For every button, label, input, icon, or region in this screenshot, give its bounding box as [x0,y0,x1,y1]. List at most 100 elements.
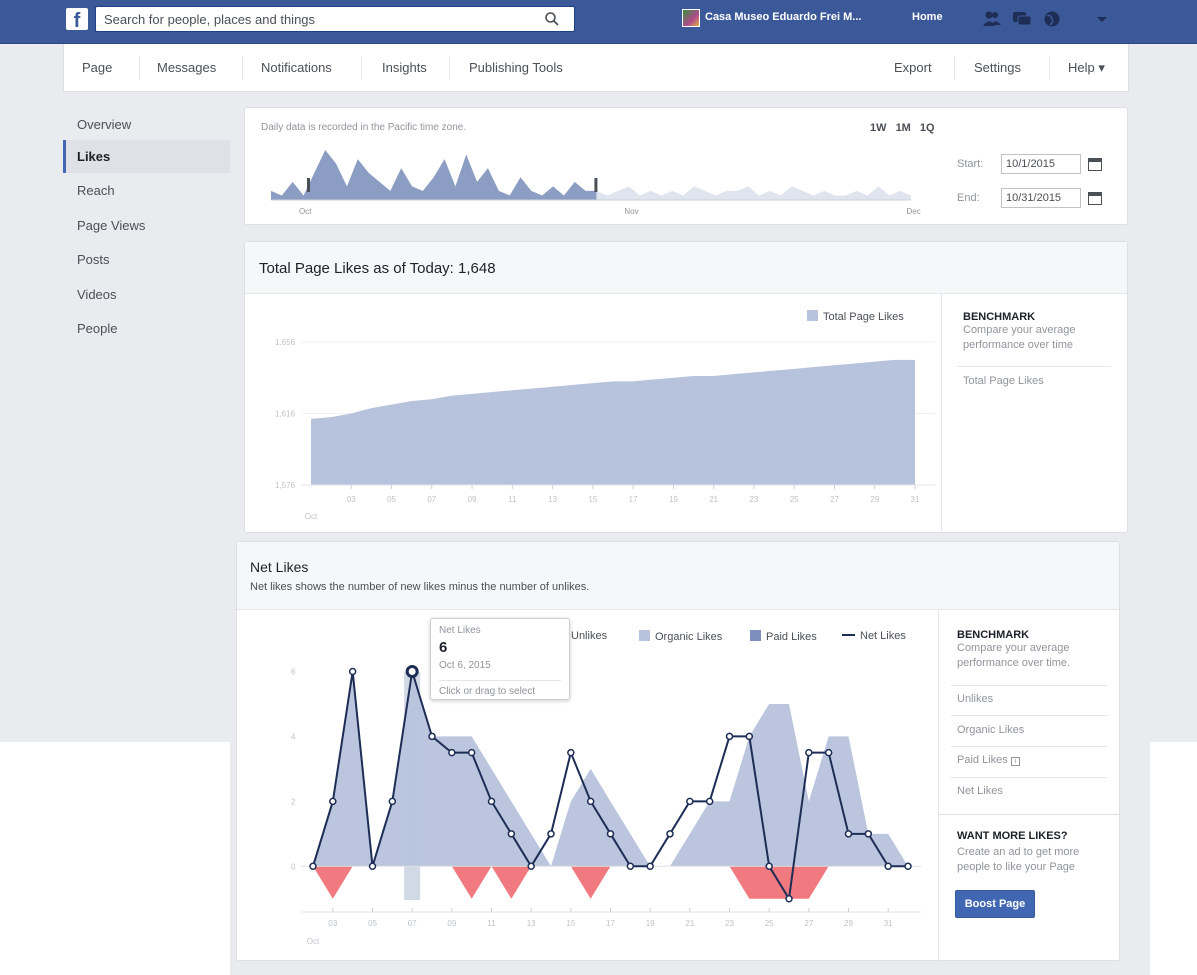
nav-help[interactable]: Help ▾ [1068,44,1105,92]
benchmark-item-total-page-likes[interactable]: Total Page Likes [963,375,1044,387]
total-x-tick-label: 03 [347,495,356,504]
benchmark-item-divider [951,746,1107,747]
range-1w-button[interactable]: 1W [870,122,887,134]
total-x-tick-label: 11 [508,495,517,504]
legend-swatch-total [807,310,818,321]
net-likes-point [507,830,516,838]
net-likes-point-selected [405,664,419,678]
net-likes-point [467,748,476,757]
benchmark-item-unlikes[interactable]: Unlikes [957,693,993,705]
net-x-tick-label: 27 [804,919,813,928]
net-benchmark-sub: Compare your average performance over ti… [957,642,1071,669]
search-input[interactable] [96,7,536,31]
sidebar-item-overview[interactable]: Overview [63,108,230,141]
benchmark-divider [941,294,942,533]
start-calendar-icon[interactable] [1088,158,1102,171]
sidebar-item-reach[interactable]: Reach [63,174,230,207]
notifications-globe-icon[interactable] [1042,10,1062,28]
timeline-area-unselected [596,186,911,200]
total-likes-chart[interactable]: 1,576 1,616 1,656 03 05 07 09 11 13 15 17 19 21 23 25 2… [255,327,935,527]
net-x-tick-label: 05 [368,919,377,928]
page-avatar[interactable] [682,9,700,27]
nav-divider [361,56,362,80]
account-menu-chevron-icon[interactable] [1092,10,1112,28]
nav-publishing-tools[interactable]: Publishing Tools [469,44,563,92]
friend-requests-icon[interactable] [982,10,1002,28]
legend-organic-likes[interactable]: Organic Likes [639,630,722,643]
benchmark-divider [938,610,939,961]
timeline-month-label: Nov [624,207,638,216]
nav-divider [449,56,450,80]
benchmark-item-organic-likes[interactable]: Organic Likes [957,724,1024,736]
net-likes-point [805,748,813,757]
total-likes-legend[interactable]: Total Page Likes [807,310,904,323]
total-likes-card: Total Page Likes as of Today: 1,648 Tota… [244,241,1128,533]
nav-settings[interactable]: Settings [974,44,1021,92]
total-y-tick-label: 1,656 [275,338,296,347]
legend-net-likes[interactable]: Net Likes [842,630,906,642]
start-date-label: Start: [957,158,984,170]
net-likes-subtitle: Net likes shows the number of new likes … [250,581,590,593]
total-x-tick-label: 05 [387,495,396,504]
nav-messages[interactable]: Messages [157,44,216,92]
net-y-tick-label: 2 [291,797,296,806]
paid-info-icon[interactable]: i [1010,757,1020,766]
range-buttons: 1W 1M 1Q [870,122,941,134]
timeline-month-label: Dec [906,207,920,216]
total-likes-title: Total Page Likes as of Today: 1,648 [259,260,496,277]
nav-insights[interactable]: Insights [382,44,427,92]
net-likes-point [527,862,535,871]
net-x-tick-label: 11 [487,919,496,928]
net-x-tick-label: 07 [408,919,417,928]
net-y-tick-label: 0 [291,862,296,871]
end-calendar-icon[interactable] [1088,192,1102,205]
total-likes-area [311,359,915,485]
legend-swatch-organic [639,630,650,641]
start-date-input[interactable] [1001,154,1081,174]
tooltip-hint: Click or drag to select [439,680,561,697]
net-likes-chart[interactable]: 0 2 4 6 03 05 07 09 11 13 15 17 19 21 23 25 27 29 31 Oct [251,644,931,952]
timeline-overview-chart[interactable]: Oct Nov Dec [261,142,941,222]
legend-paid-likes[interactable]: Paid Likes [750,630,817,643]
net-likes-point [368,862,377,871]
boost-page-button[interactable]: Boost Page [955,890,1035,918]
nav-notifications[interactable]: Notifications [261,44,332,92]
range-1q-button[interactable]: 1Q [920,122,935,134]
benchmark-item-paid-likes[interactable]: Paid Likes i [957,754,1020,766]
net-x-tick-label: 13 [527,919,536,928]
search-icon[interactable] [544,11,560,27]
total-x-tick-label: 27 [830,495,839,504]
messages-icon[interactable] [1012,10,1032,28]
total-x-tick-label: 25 [790,495,799,504]
sidebar-item-posts[interactable]: Posts [63,243,230,276]
facebook-logo-icon[interactable]: f [66,8,88,30]
benchmark-item-net-likes[interactable]: Net Likes [957,785,1003,797]
timeline-handle-start [307,178,310,192]
nav-page[interactable]: Page [82,44,112,92]
net-y-tick-label: 4 [291,732,296,741]
end-date-input[interactable] [1001,188,1081,208]
total-x-tick-label: 23 [749,495,758,504]
total-x-tick-label: 21 [709,495,718,504]
home-link[interactable]: Home [912,11,943,23]
range-1m-button[interactable]: 1M [896,122,911,134]
promo-title: WANT MORE LIKES? [957,830,1068,842]
sidebar-item-page-views[interactable]: Page Views [63,209,230,242]
nav-export[interactable]: Export [894,44,932,92]
timezone-note: Daily data is recorded in the Pacific ti… [261,122,467,133]
net-x-month-label: Oct [307,937,320,946]
sidebar-item-likes[interactable]: Likes [63,140,230,173]
net-likes-point [705,797,714,806]
legend-label-organic: Organic Likes [655,631,723,643]
net-likes-point [785,895,793,903]
net-x-tick-label: 15 [566,919,575,928]
net-benchmark: BENCHMARK Compare your average performan… [957,629,1107,671]
benchmark-paid-label: Paid Likes [957,754,1008,766]
sidebar-item-videos[interactable]: Videos [63,278,230,311]
tooltip-metric: Net Likes [439,625,481,636]
net-likes-point [626,862,635,871]
page-name-link[interactable]: Casa Museo Eduardo Frei M... [705,11,861,23]
legend-swatch-paid [750,630,761,641]
sidebar-item-people[interactable]: People [63,312,230,345]
legend-unlikes[interactable]: Unlikes [571,630,607,642]
